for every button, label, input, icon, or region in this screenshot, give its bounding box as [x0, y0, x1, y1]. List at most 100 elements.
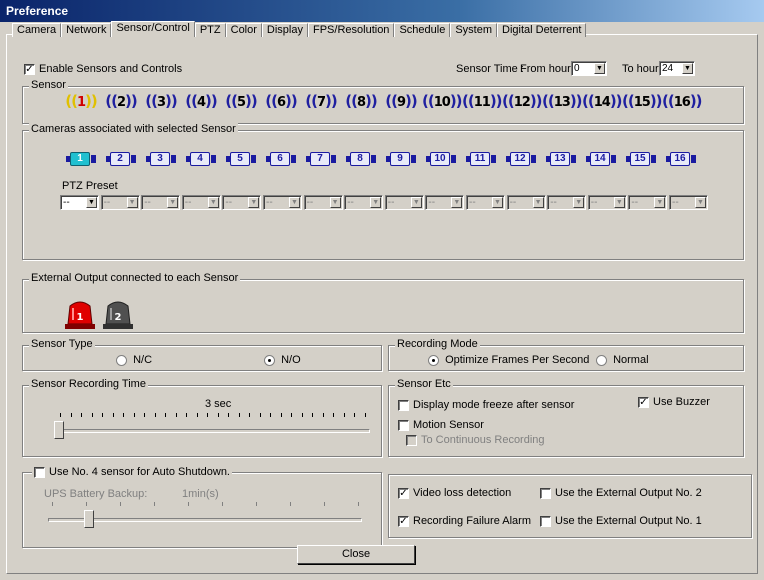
auto-shutdown-row[interactable]: Use No. 4 sensor for Auto Shutdown.: [32, 466, 232, 479]
chevron-down-icon[interactable]: ▼: [613, 197, 625, 208]
ptz-preset-select-11[interactable]: -- ▼: [466, 195, 505, 210]
recording-mode-normal-radio[interactable]: [596, 354, 607, 366]
camera-4[interactable]: 4: [186, 151, 218, 167]
camera-10[interactable]: 10: [426, 151, 458, 167]
camera-13[interactable]: 13: [546, 151, 578, 167]
display-freeze-row[interactable]: Display mode freeze after sensor: [398, 399, 574, 411]
ups-slider-track[interactable]: [48, 518, 362, 522]
sensor-9[interactable]: ((9)): [382, 92, 420, 114]
camera-14[interactable]: 14: [586, 151, 618, 167]
use-buzzer-row[interactable]: ✓ Use Buzzer: [638, 396, 710, 408]
ptz-preset-select-6[interactable]: -- ▼: [263, 195, 302, 210]
ptz-preset-select-7[interactable]: -- ▼: [303, 195, 343, 210]
ptz-preset-select-8[interactable]: -- ▼: [344, 195, 384, 210]
camera-7[interactable]: 7: [306, 151, 338, 167]
camera-6[interactable]: 6: [266, 151, 298, 167]
tab-ptz[interactable]: PTZ: [194, 23, 226, 37]
camera-16[interactable]: 16: [666, 151, 698, 167]
sensor-10[interactable]: ((10)): [422, 92, 463, 114]
enable-sensors-row[interactable]: ✓ Enable Sensors and Controls: [24, 63, 182, 75]
sensor-6[interactable]: ((6)): [262, 92, 300, 114]
chevron-down-icon[interactable]: ▼: [329, 197, 341, 208]
ups-slider-thumb[interactable]: [84, 510, 94, 528]
ptz-preset-select-4[interactable]: -- ▼: [181, 195, 221, 210]
tab-color[interactable]: Color: [225, 23, 262, 37]
camera-5[interactable]: 5: [226, 151, 258, 167]
auto-shutdown-checkbox[interactable]: [34, 466, 45, 478]
recording-mode-optimize[interactable]: Optimize Frames Per Second: [428, 354, 589, 366]
to-hour-select[interactable]: 24 ▼: [659, 61, 695, 76]
chevron-down-icon[interactable]: ▼: [410, 197, 422, 208]
ptz-preset-select-14[interactable]: -- ▼: [587, 195, 627, 210]
video-loss-checkbox[interactable]: ✓: [398, 487, 409, 499]
ext-out-1-row[interactable]: Use the External Output No. 1: [540, 515, 702, 527]
sensor-type-nc-radio[interactable]: [116, 354, 127, 366]
tab-sensor-control[interactable]: Sensor/Control: [111, 21, 195, 37]
ptz-preset-select-3[interactable]: -- ▼: [141, 195, 181, 210]
tab-system[interactable]: System: [450, 23, 497, 37]
tab-fps-resolution[interactable]: FPS/Resolution: [308, 23, 395, 37]
camera-12[interactable]: 12: [506, 151, 538, 167]
motion-sensor-checkbox[interactable]: [398, 419, 409, 431]
ptz-preset-select-12[interactable]: -- ▼: [506, 195, 546, 210]
ptz-preset-select-15[interactable]: -- ▼: [628, 195, 668, 210]
tab-schedule[interactable]: Schedule: [394, 23, 451, 37]
camera-1[interactable]: 1: [66, 151, 98, 167]
chevron-down-icon[interactable]: ▼: [167, 197, 179, 208]
from-hour-select[interactable]: 0 ▼: [571, 61, 607, 76]
camera-9[interactable]: 9: [386, 151, 418, 167]
sensor-type-no-radio[interactable]: [264, 354, 275, 366]
sensor-type-nc[interactable]: N/C: [116, 354, 152, 366]
chevron-down-icon[interactable]: ▼: [682, 63, 693, 74]
camera-15[interactable]: 15: [626, 151, 658, 167]
chevron-down-icon[interactable]: ▼: [573, 197, 585, 208]
tab-display[interactable]: Display: [261, 23, 308, 37]
chevron-down-icon[interactable]: ▼: [289, 197, 300, 208]
chevron-down-icon[interactable]: ▼: [451, 197, 463, 208]
ptz-preset-select-10[interactable]: -- ▼: [425, 195, 465, 210]
close-button[interactable]: Close: [297, 545, 415, 564]
to-continuous-row[interactable]: To Continuous Recording: [406, 434, 545, 446]
camera-11[interactable]: 11: [466, 151, 498, 167]
recording-mode-optimize-radio[interactable]: [428, 354, 439, 366]
tab-digital-deterrent[interactable]: Digital Deterrent: [497, 23, 587, 37]
camera-2[interactable]: 2: [106, 151, 138, 167]
sensor-13[interactable]: ((13)): [542, 92, 583, 114]
ptz-preset-select-16[interactable]: -- ▼: [669, 195, 708, 210]
sensor-16[interactable]: ((16)): [662, 92, 703, 114]
chevron-down-icon[interactable]: ▼: [126, 197, 138, 208]
chevron-down-icon[interactable]: ▼: [207, 197, 219, 208]
tab-camera[interactable]: Camera: [12, 23, 62, 37]
sensor-4[interactable]: ((4)): [182, 92, 220, 114]
ptz-preset-select-13[interactable]: -- ▼: [547, 195, 587, 210]
sensor-8[interactable]: ((8)): [342, 92, 380, 114]
chevron-down-icon[interactable]: ▼: [86, 197, 97, 208]
sensor-type-no[interactable]: N/O: [264, 354, 301, 366]
rec-failure-row[interactable]: ✓ Recording Failure Alarm: [398, 515, 531, 527]
recording-mode-normal[interactable]: Normal: [596, 354, 649, 366]
chevron-down-icon[interactable]: ▼: [370, 197, 382, 208]
ext-out-2-checkbox[interactable]: [540, 487, 551, 499]
camera-8[interactable]: 8: [346, 151, 378, 167]
rec-failure-checkbox[interactable]: ✓: [398, 515, 409, 527]
ptz-preset-select-1[interactable]: -- ▼: [60, 195, 99, 210]
chevron-down-icon[interactable]: ▼: [654, 197, 666, 208]
motion-sensor-row[interactable]: Motion Sensor: [398, 419, 484, 431]
enable-sensors-checkbox[interactable]: ✓: [24, 63, 35, 75]
ext-out-2-row[interactable]: Use the External Output No. 2: [540, 487, 702, 499]
to-continuous-checkbox[interactable]: [406, 434, 417, 446]
video-loss-row[interactable]: ✓ Video loss detection: [398, 487, 511, 499]
camera-3[interactable]: 3: [146, 151, 178, 167]
chevron-down-icon[interactable]: ▼: [695, 197, 706, 208]
ext-out-1-checkbox[interactable]: [540, 515, 551, 527]
sensor-15[interactable]: ((15)): [622, 92, 663, 114]
recording-time-slider-thumb[interactable]: [54, 421, 64, 439]
sensor-1[interactable]: ((1)): [62, 92, 100, 114]
external-output-2[interactable]: 2: [100, 298, 136, 330]
tab-network[interactable]: Network: [61, 23, 112, 37]
ptz-preset-select-2[interactable]: -- ▼: [100, 195, 140, 210]
sensor-3[interactable]: ((3)): [142, 92, 180, 114]
external-output-1[interactable]: 1: [62, 298, 98, 330]
display-freeze-checkbox[interactable]: [398, 399, 409, 411]
chevron-down-icon[interactable]: ▼: [594, 63, 605, 74]
